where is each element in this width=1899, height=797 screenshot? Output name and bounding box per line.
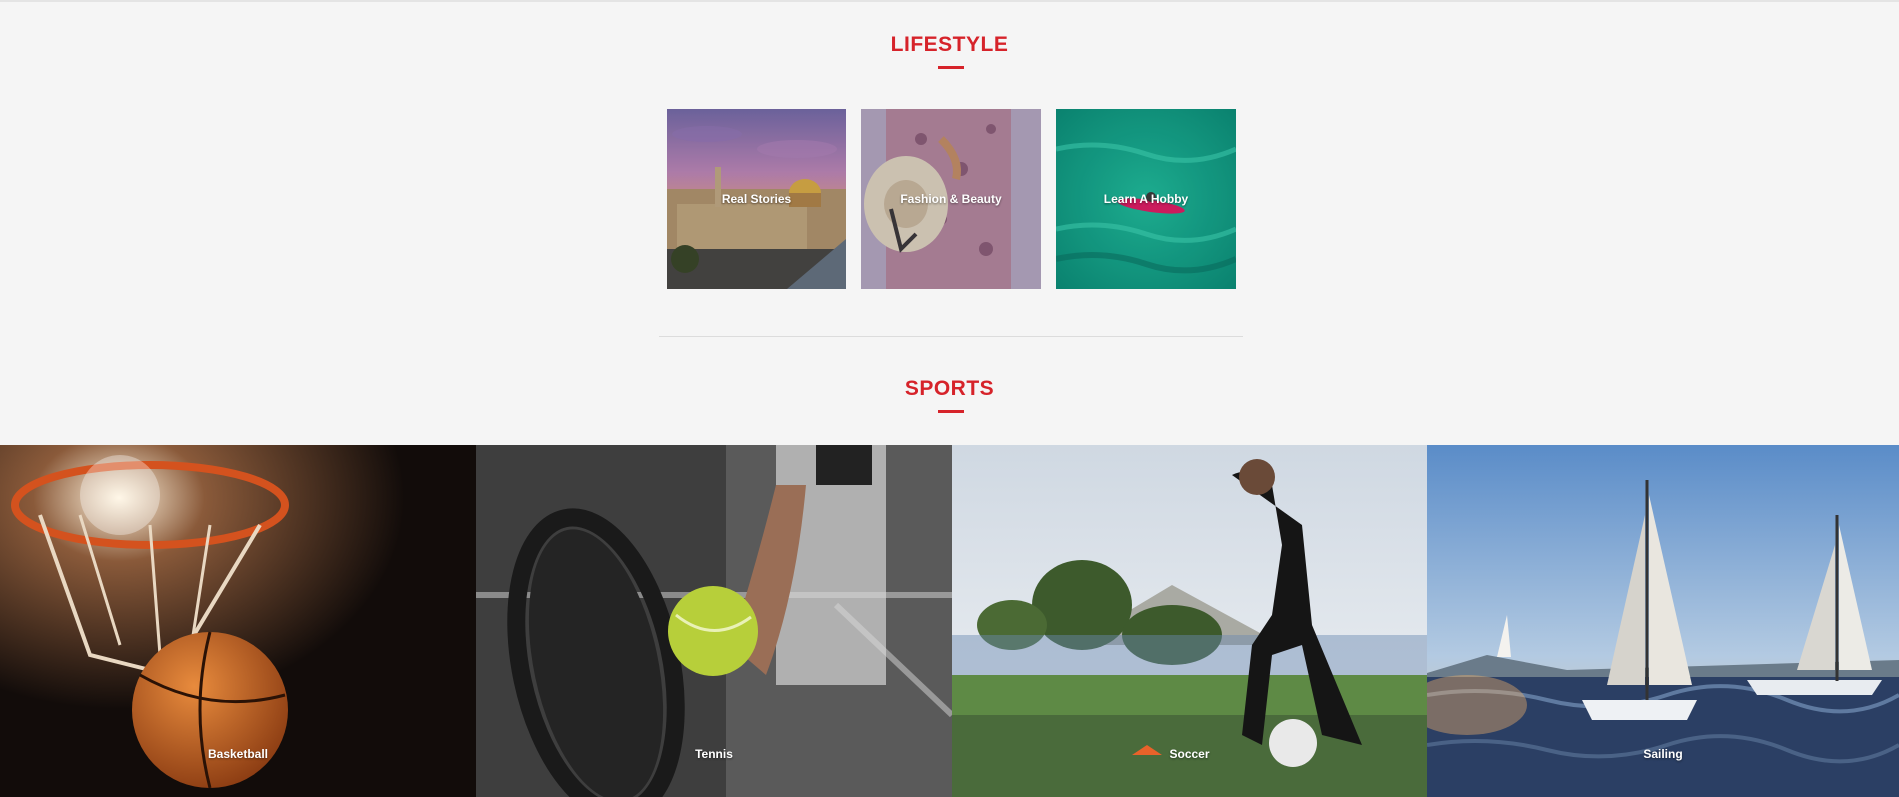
tile-label: Real Stories	[721, 192, 792, 206]
tile-label: Soccer	[1169, 747, 1210, 761]
tennis-image	[476, 445, 952, 797]
top-border	[0, 0, 1899, 2]
sports-tile-basketball[interactable]: Basketball	[0, 445, 476, 797]
lifestyle-tile-learn-a-hobby[interactable]: Learn A Hobby	[1056, 109, 1236, 289]
tile-label: Basketball	[207, 747, 269, 761]
sports-tile-tennis[interactable]: Tennis	[476, 445, 952, 797]
soccer-image	[952, 445, 1427, 797]
sports-tile-soccer[interactable]: Soccer	[952, 445, 1427, 797]
sports-heading-underline	[938, 410, 964, 413]
section-divider	[659, 336, 1243, 337]
lifestyle-tile-fashion-beauty[interactable]: Fashion & Beauty	[861, 109, 1041, 289]
sports-heading: SPORTS	[904, 377, 995, 400]
lifestyle-tile-real-stories[interactable]: Real Stories	[667, 109, 846, 289]
tile-label: Tennis	[695, 747, 733, 761]
sports-tile-sailing[interactable]: Sailing	[1427, 445, 1899, 797]
sailing-image	[1427, 445, 1899, 797]
lifestyle-heading-underline	[938, 66, 964, 69]
tile-label: Sailing	[1643, 747, 1683, 761]
basketball-image	[0, 445, 476, 797]
lifestyle-heading: LIFESTYLE	[890, 33, 1009, 56]
tile-label: Fashion & Beauty	[900, 192, 1002, 206]
tile-label: Learn A Hobby	[1103, 192, 1189, 206]
